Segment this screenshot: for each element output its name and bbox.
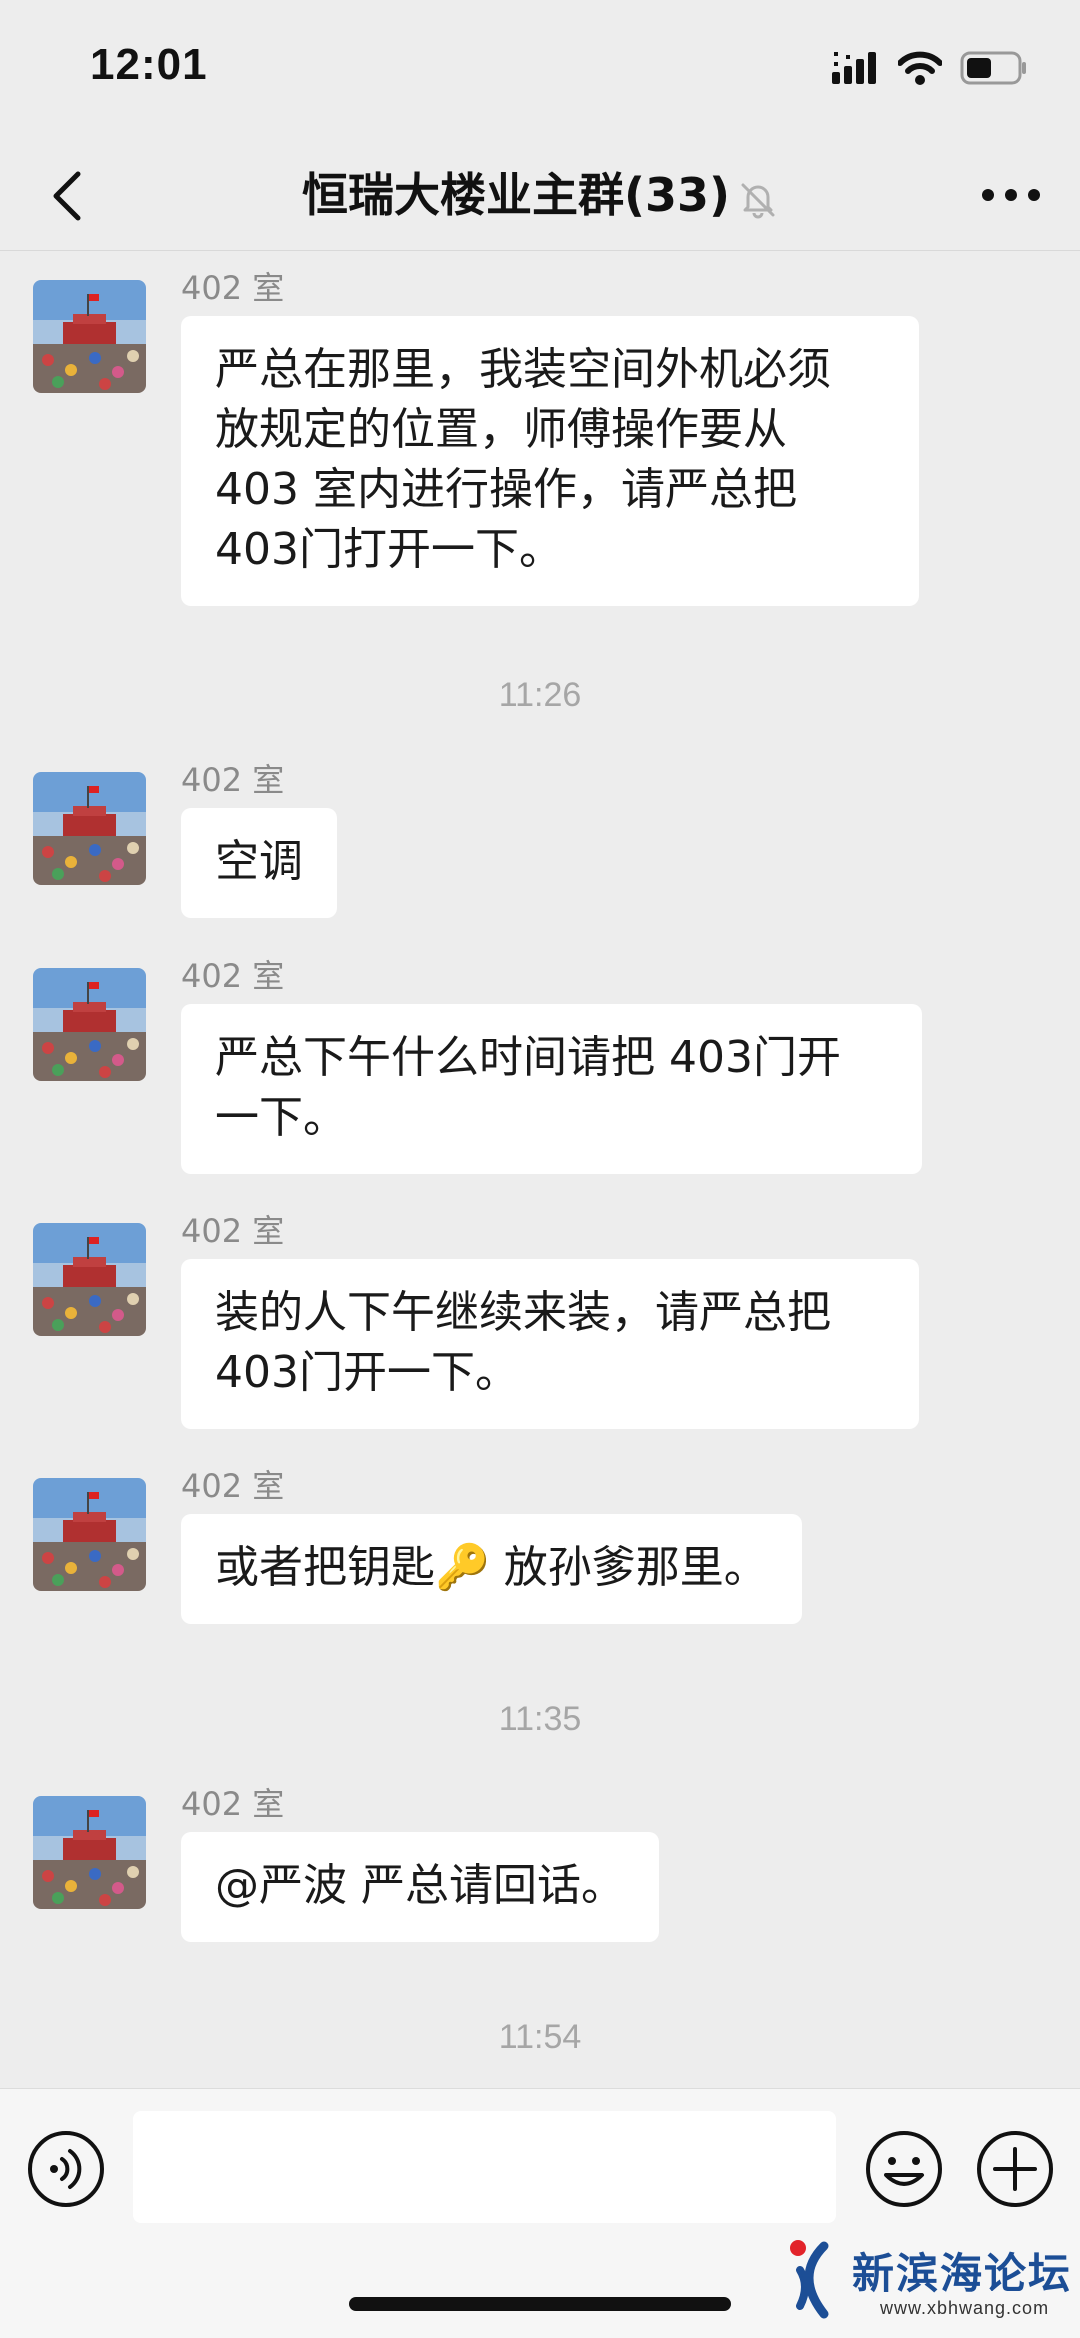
emoji-icon[interactable]	[864, 2129, 944, 2209]
avatar-image	[33, 1478, 146, 1591]
plus-icon[interactable]	[975, 2129, 1055, 2209]
avatar-image	[33, 968, 146, 1081]
avatar-image	[33, 1223, 146, 1336]
wifi-icon	[898, 51, 942, 85]
message-bubble[interactable]: 或者把钥匙🔑 放孙爹那里。	[181, 1514, 802, 1624]
avatar[interactable]	[33, 1223, 146, 1336]
message-bubble[interactable]: 装的人下午继续来装，请严总把 403门开一下。	[181, 1259, 919, 1429]
nav-bar: 恒瑞大楼业主群(33)	[0, 140, 1080, 251]
avatar[interactable]	[33, 968, 146, 1081]
sender-name: 402 室	[181, 269, 285, 307]
status-bar: 12:01	[0, 0, 1080, 140]
avatar[interactable]	[33, 1478, 146, 1591]
sender-name: 402 室	[181, 1212, 285, 1250]
watermark: 新滨海论坛 www.xbhwang.com	[780, 2236, 1080, 2337]
home-indicator[interactable]	[349, 2297, 731, 2311]
message-input[interactable]	[133, 2111, 836, 2223]
ellipsis-icon[interactable]	[976, 170, 1046, 220]
watermark-logo-icon	[790, 2240, 829, 2319]
page-title: 恒瑞大楼业主群(33)	[0, 162, 1080, 228]
timestamp: 11:54	[498, 2018, 582, 2056]
avatar[interactable]	[33, 1796, 146, 1909]
avatar[interactable]	[33, 280, 146, 393]
sender-name: 402 室	[181, 957, 285, 995]
signal-icon	[832, 52, 876, 84]
watermark-name: 新滨海论坛	[852, 2249, 1073, 2298]
sender-name: 402 室	[181, 1467, 285, 1505]
avatar-image	[33, 1796, 146, 1909]
status-time: 12:01	[90, 40, 208, 89]
message-bubble[interactable]: 严总下午什么时间请把 403门开 一下。	[181, 1004, 922, 1174]
avatar-image	[33, 772, 146, 885]
bell-off-icon	[741, 183, 775, 218]
message-bubble[interactable]: @严波 严总请回话。	[181, 1832, 659, 1942]
voice-icon[interactable]	[26, 2129, 106, 2209]
watermark-url: www.xbhwang.com	[880, 2298, 1050, 2318]
chat-title: 恒瑞大楼业主群(33)	[301, 168, 731, 222]
message-bubble[interactable]: 严总在那里，我装空间外机必须 放规定的位置，师傅操作要从 403 室内进行操作，…	[181, 316, 919, 606]
battery-icon	[960, 51, 1026, 85]
sender-name: 402 室	[181, 761, 285, 799]
avatar-image	[33, 280, 146, 393]
status-icons	[832, 46, 1028, 90]
timestamp: 11:26	[498, 676, 582, 714]
timestamp: 11:35	[498, 1700, 582, 1738]
avatar[interactable]	[33, 772, 146, 885]
sender-name: 402 室	[181, 1785, 285, 1823]
message-bubble[interactable]: 空调	[181, 808, 337, 918]
